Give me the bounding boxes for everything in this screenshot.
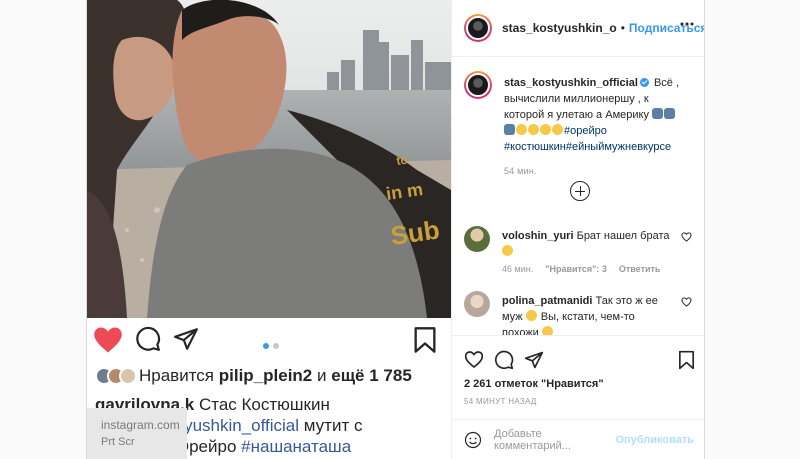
caption-hashtag[interactable]: #костюшкин <box>504 141 566 153</box>
caption-text: Стас Костюшкин <box>198 395 330 414</box>
caption-line-2: вычислили миллионершу , к <box>504 93 649 105</box>
post-header: stas_kostyushkin_o • Подписаться <box>452 0 704 57</box>
heart-icon[interactable] <box>93 326 123 354</box>
share-icon[interactable] <box>173 326 199 352</box>
comment-text-2: муж <box>502 311 523 323</box>
clap-emoji-icon <box>502 245 513 256</box>
avatar <box>119 367 137 385</box>
post-media[interactable]: in m Sub to Нравится pilip_plein2 и ещё … <box>87 0 451 459</box>
comment-text-1: Так это ж ее <box>595 295 658 307</box>
post-dialog: in m Sub to Нравится pilip_plein2 и ещё … <box>86 0 705 459</box>
caption-line-3: которой я улетаю а Америку <box>504 109 649 121</box>
comment-input[interactable]: Добавьте комментарий... <box>494 428 615 452</box>
commenter-avatar[interactable] <box>464 226 490 252</box>
likes-user[interactable]: pilip_plein2 <box>219 366 313 386</box>
avatar <box>466 16 490 40</box>
heart-icon[interactable] <box>464 350 484 369</box>
embedded-likes: Нравится pilip_plein2 и ещё 1 785 <box>95 364 412 388</box>
post-sidebar: stas_kostyushkin_o • Подписаться stas_ko… <box>451 0 704 459</box>
commenter-avatar[interactable] <box>464 291 490 317</box>
grin-emoji-icon <box>516 124 527 135</box>
caption-item: stas_kostyushkin_official Всё , вычислил… <box>464 71 700 181</box>
people-emoji-icon <box>664 108 676 119</box>
laugh-emoji-icon <box>525 310 537 321</box>
more-icon[interactable] <box>680 22 694 26</box>
share-icon[interactable] <box>524 350 544 370</box>
likes-count[interactable]: 2 261 отметок "Нравится" <box>464 378 604 390</box>
post-timestamp: 54 МИНУТ НАЗАД <box>464 397 537 406</box>
post-photo[interactable]: in m Sub to <box>87 0 451 318</box>
shirt-print-3: to <box>395 153 408 168</box>
caption-line-1: Всё , <box>653 77 680 89</box>
smile-icon[interactable] <box>464 431 482 449</box>
comment-username[interactable]: polina_patmanidi <box>502 295 592 307</box>
photo-illustration: in m Sub to <box>87 0 451 318</box>
watermark: instagram.com Prt Scr <box>87 408 187 459</box>
bookmark-icon[interactable] <box>413 326 437 354</box>
caption-text-2: мутит с <box>303 416 363 435</box>
heart-icon[interactable] <box>681 232 692 242</box>
author-avatar[interactable] <box>464 14 492 42</box>
comment-icon[interactable] <box>135 326 161 352</box>
comment-item: voloshin_yuri Брат нашел брата 46 мин. "… <box>464 226 700 276</box>
people-emoji-icon <box>652 108 664 119</box>
likes-mid: и <box>317 366 327 385</box>
carousel-dot-active <box>263 343 269 349</box>
likes-rest[interactable]: ещё 1 785 <box>331 366 412 386</box>
author-avatar[interactable] <box>464 71 492 99</box>
watermark-site: instagram.com <box>101 418 180 432</box>
grin-emoji-icon <box>552 124 563 135</box>
people-emoji-icon <box>504 124 515 135</box>
post-actions: 2 261 отметок "Нравится" 54 МИНУТ НАЗАД … <box>452 335 704 459</box>
grin-emoji-icon <box>528 124 539 135</box>
comment-icon[interactable] <box>494 350 514 370</box>
author-username[interactable]: stas_kostyushkin_o <box>502 21 617 35</box>
caption-time: 54 мин. <box>504 166 537 176</box>
comments-scroll[interactable]: stas_kostyushkin_official Всё , вычислил… <box>452 57 704 335</box>
carousel-dot <box>273 343 279 349</box>
grin-emoji-icon <box>540 124 551 135</box>
caption-hashtag[interactable]: #ейныймужневкурсе <box>566 141 671 153</box>
watermark-source: Prt Scr <box>101 436 135 448</box>
heart-icon[interactable] <box>681 297 692 307</box>
comment-time: 46 мин. <box>502 264 534 274</box>
comment-body: voloshin_yuri Брат нашел брата <box>502 228 672 260</box>
bookmark-icon[interactable] <box>678 350 695 370</box>
caption-hashtag[interactable]: #нашанаташа <box>241 437 351 456</box>
comment-text-3: Вы, кстати, чем-то <box>540 311 635 323</box>
comment-text-4: похожи <box>502 327 539 335</box>
comment-text: Брат нашел брата <box>576 230 670 242</box>
embedded-action-bar <box>93 326 438 360</box>
add-comment-bar: Добавьте комментарий... Опубликовать <box>452 419 704 459</box>
caption-username[interactable]: stas_kostyushkin_official <box>504 77 638 89</box>
comment-likes[interactable]: "Нравится": 3 <box>545 264 607 274</box>
comment-body: polina_patmanidi Так это ж ее муж Вы, кс… <box>502 293 672 335</box>
smile-emoji-icon <box>541 326 553 335</box>
separator: • <box>620 21 625 35</box>
caption-hashtag[interactable]: #орейро <box>564 125 607 137</box>
verified-icon <box>639 78 649 87</box>
comment-username[interactable]: voloshin_yuri <box>502 230 574 242</box>
caption-body: stas_kostyushkin_official Всё , вычислил… <box>504 75 694 179</box>
comment-meta: 46 мин. "Нравится": 3 Ответить <box>502 264 660 274</box>
reply-button[interactable]: Ответить <box>619 264 661 274</box>
carousel-dots <box>263 343 279 349</box>
avatar <box>466 73 490 97</box>
plus-circle-icon[interactable] <box>570 181 590 201</box>
liker-avatars <box>95 367 137 385</box>
likes-prefix: Нравится <box>139 366 215 385</box>
publish-button[interactable]: Опубликовать <box>615 434 694 446</box>
comment-item: polina_patmanidi Так это ж ее муж Вы, кс… <box>464 291 700 335</box>
